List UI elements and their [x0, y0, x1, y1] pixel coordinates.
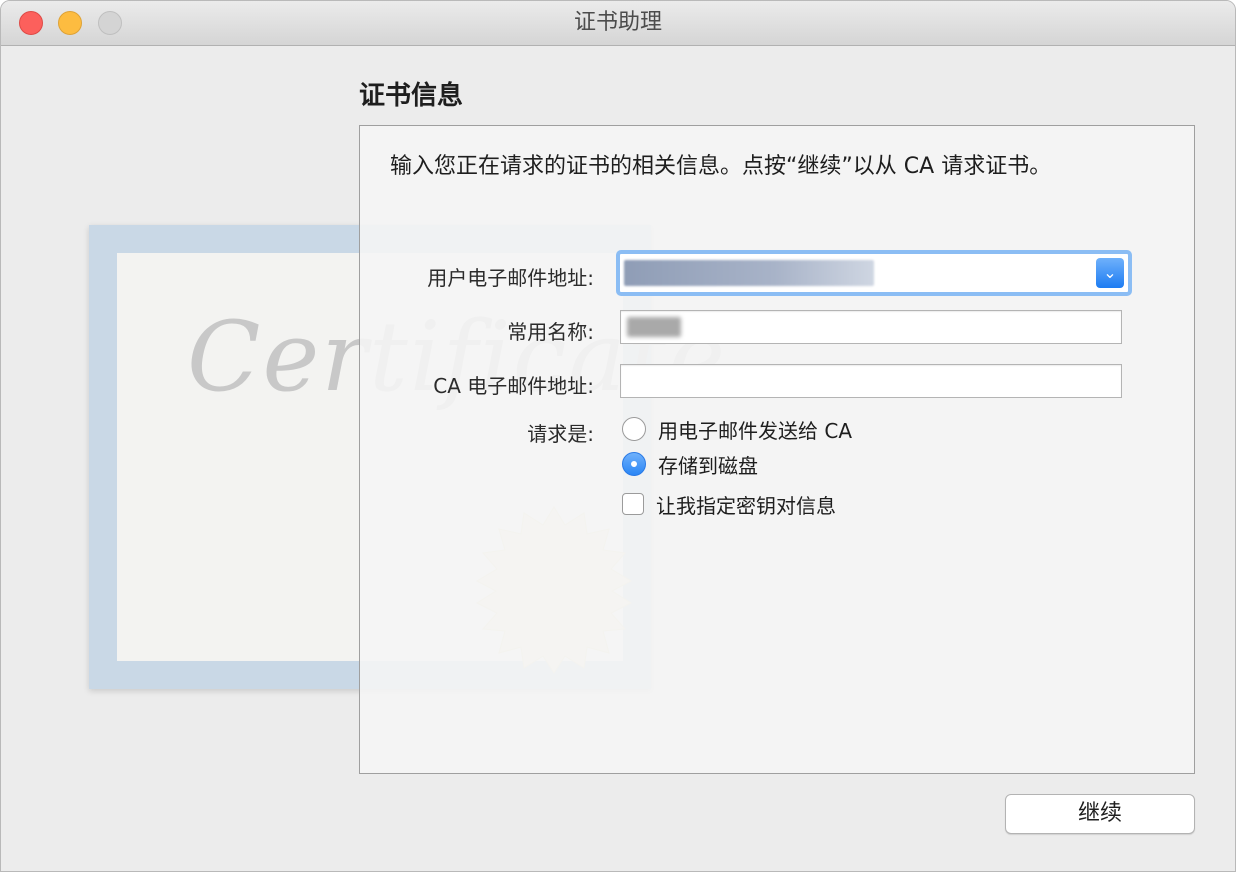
certificate-assistant-window: 证书助理 Certificate 证书信息 输入您正在请求的证书的相关信息。点按…: [0, 0, 1236, 872]
checkbox-custom-key-pair[interactable]: [622, 493, 644, 515]
section-title: 证书信息: [359, 81, 464, 111]
common-name-value-redacted: [627, 317, 681, 337]
continue-button[interactable]: 继续: [1005, 794, 1195, 834]
common-name-field[interactable]: [620, 310, 1122, 344]
option-email-to-ca-label: 用电子邮件发送给 CA: [658, 418, 853, 443]
form-panel: 输入您正在请求的证书的相关信息。点按“继续”以从 CA 请求证书。 用户电子邮件…: [359, 125, 1195, 774]
option-email-to-ca[interactable]: 用电子邮件发送给 CA: [622, 414, 852, 444]
ca-email-label: CA 电子邮件地址:: [433, 374, 594, 398]
custom-key-pair-label: 让我指定密钥对信息: [656, 493, 836, 518]
option-custom-key-pair[interactable]: 让我指定密钥对信息: [622, 489, 836, 519]
window-title: 证书助理: [573, 10, 662, 35]
option-save-to-disk-label: 存储到磁盘: [658, 453, 758, 478]
title-bar: 证书助理: [1, 1, 1235, 46]
user-email-combobox[interactable]: ⌄: [616, 250, 1132, 296]
common-name-label: 常用名称:: [507, 320, 594, 344]
ca-email-field[interactable]: [620, 364, 1122, 398]
user-email-label: 用户电子邮件地址:: [427, 266, 594, 290]
radio-save-to-disk[interactable]: [622, 452, 646, 476]
instructions-text: 输入您正在请求的证书的相关信息。点按“继续”以从 CA 请求证书。: [390, 154, 1052, 179]
radio-email-to-ca[interactable]: [622, 417, 646, 441]
chevron-down-icon[interactable]: ⌄: [1096, 258, 1124, 288]
request-type-label: 请求是:: [527, 422, 594, 446]
user-email-value-redacted: [624, 260, 874, 286]
option-save-to-disk[interactable]: 存储到磁盘: [622, 449, 758, 479]
